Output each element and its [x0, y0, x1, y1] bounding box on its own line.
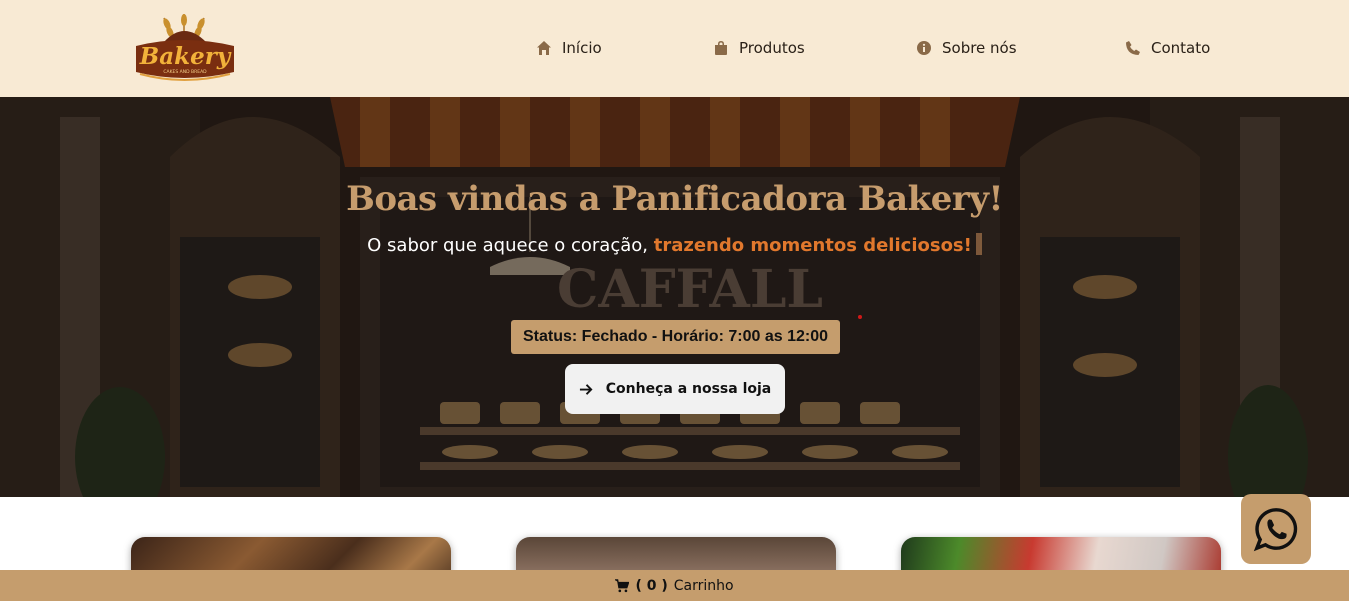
nav-item-label: Produtos — [739, 39, 805, 57]
phone-icon — [1126, 41, 1140, 55]
hero-overlay — [0, 97, 1349, 497]
hero-title: Boas vindas a Panificadora Bakery! — [346, 179, 1003, 219]
decorative-dot — [858, 315, 862, 319]
cart-bar[interactable]: ( 0 ) Carrinho — [0, 570, 1349, 601]
bakery-logo[interactable]: Bakery CAKES AND BREAD — [134, 12, 236, 82]
store-status-badge: Status: Fechado - Horário: 7:00 as 12:00 — [511, 320, 840, 354]
visit-store-label: Conheça a nossa loja — [605, 381, 772, 397]
visit-store-button[interactable]: Conheça a nossa loja — [565, 364, 785, 414]
whatsapp-icon — [1253, 508, 1298, 552]
nav-item-produtos[interactable]: Produtos — [713, 38, 805, 58]
logo-tagline: CAKES AND BREAD — [163, 69, 207, 75]
hero-subtitle-plain: O sabor que aquece o coração, — [367, 235, 654, 256]
cart-icon — [615, 578, 630, 592]
nav-item-label: Sobre nós — [942, 39, 1017, 57]
arrow-right-icon — [579, 383, 593, 395]
nav-item-label: Início — [562, 39, 602, 57]
nav-item-label: Contato — [1151, 39, 1211, 57]
cart-label: Carrinho — [673, 577, 734, 594]
whatsapp-button[interactable] — [1241, 494, 1311, 564]
info-icon — [917, 41, 931, 55]
hero-subtitle-accent: trazendo momentos deliciosos! — [653, 235, 972, 256]
typing-cursor — [975, 233, 982, 255]
home-icon — [537, 41, 551, 55]
nav-item-inicio[interactable]: Início — [536, 38, 602, 58]
nav-item-sobre-nos[interactable]: Sobre nós — [916, 38, 1017, 58]
cart-count: ( 0 ) — [635, 577, 668, 594]
nav-item-contato[interactable]: Contato — [1125, 38, 1210, 58]
hero-subtitle: O sabor que aquece o coração, trazendo m… — [0, 233, 1349, 256]
site-header: Bakery CAKES AND BREAD Início Produtos S… — [0, 0, 1349, 97]
shopping-bag-icon — [715, 41, 727, 55]
logo-text: Bakery — [139, 43, 232, 70]
hero-section: CAFFALL Boas vindas a Panificadora Baker… — [0, 97, 1349, 497]
